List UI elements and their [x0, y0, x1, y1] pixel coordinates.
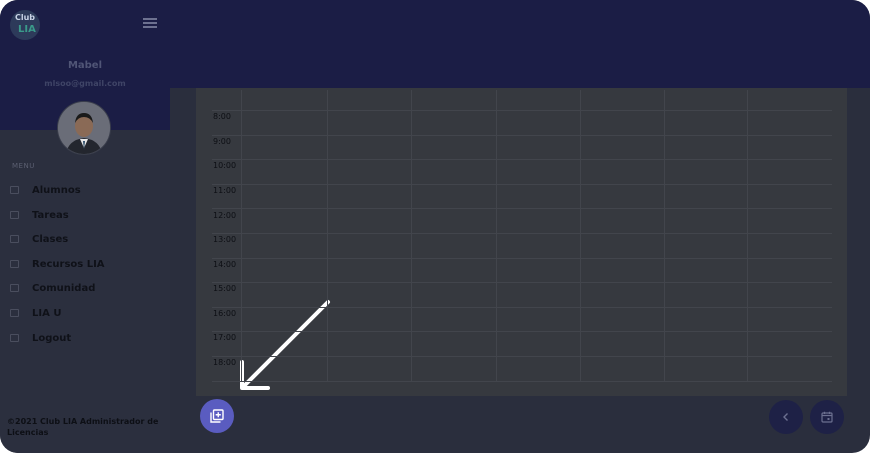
chat-icon [10, 284, 19, 292]
logo-text-bottom: LIA [18, 24, 36, 35]
avatar[interactable] [57, 101, 111, 155]
logo-text-top: Club [15, 13, 36, 22]
time-label: 10:00 [213, 161, 237, 170]
time-label: 15:00 [213, 284, 237, 293]
sidebar-item-label: Tareas [32, 209, 69, 221]
resources-icon [10, 260, 19, 268]
grid-column-line [411, 90, 412, 382]
calendar-button[interactable] [810, 400, 844, 434]
user-name: Mabel [67, 60, 103, 71]
sidebar-item-label: LIA U [32, 307, 62, 319]
chevron-left-icon [783, 413, 788, 421]
grid-row-line [212, 208, 832, 209]
sidebar-item-label: Recursos LIA [32, 258, 105, 270]
grid-row-line [212, 233, 832, 234]
time-label: 17:00 [213, 333, 237, 342]
users-icon [10, 186, 19, 194]
sidebar-item-label: Comunidad [32, 282, 96, 294]
sidebar-item-alumnos[interactable]: Alumnos [10, 180, 160, 200]
sidebar-item-label: Alumnos [32, 184, 81, 196]
logout-icon [10, 334, 19, 342]
grid-row-line [212, 110, 832, 111]
sidebar-item-tareas[interactable]: Tareas [10, 205, 160, 225]
sidebar-item-logout[interactable]: Logout [10, 328, 160, 348]
time-label: 16:00 [213, 309, 237, 318]
menu-heading: MENU [12, 162, 35, 170]
grid-row-line [212, 135, 832, 136]
club-lia-logo[interactable]: Club LIA [10, 10, 40, 40]
menu-toggle-icon[interactable] [143, 18, 157, 28]
time-label: 12:00 [213, 211, 237, 220]
user-email: mlsoo@gmail.com [44, 79, 126, 88]
grid-column-line [580, 90, 581, 382]
grid-row-line [212, 184, 832, 185]
grid-row-line [212, 381, 832, 382]
sidebar: Club LIA Mabel mlsoo@gmail.com MENU Alum… [0, 0, 170, 453]
grid-row-line [212, 282, 832, 283]
annotation-arrow-icon [240, 300, 330, 390]
grid-row-line [212, 159, 832, 160]
add-button[interactable] [200, 399, 234, 433]
grid-column-line [241, 90, 242, 382]
sidebar-item-recursos-lia[interactable]: Recursos LIA [10, 254, 160, 274]
sidebar-item-label: Clases [32, 233, 69, 245]
top-bar [170, 0, 870, 88]
clipboard-icon [10, 211, 19, 219]
time-label: 9:00 [213, 137, 231, 146]
sidebar-item-lia-u[interactable]: LIA U [10, 303, 160, 323]
grid-column-line [747, 90, 748, 382]
time-label: 8:00 [213, 112, 231, 121]
grid-row-line [212, 331, 832, 332]
sidebar-item-label: Logout [32, 332, 72, 344]
sidebar-item-comunidad[interactable]: Comunidad [10, 278, 160, 298]
time-label: 13:00 [213, 235, 237, 244]
grid-row-line [212, 307, 832, 308]
sidebar-item-clases[interactable]: Clases [10, 229, 160, 249]
time-label: 11:00 [213, 186, 237, 195]
grid-column-line [327, 90, 328, 382]
grid-row-line [212, 258, 832, 259]
app-window: Club LIA Mabel mlsoo@gmail.com MENU Alum… [0, 0, 870, 453]
school-icon [10, 309, 19, 317]
calendar-icon [821, 411, 833, 423]
grid-column-line [664, 90, 665, 382]
footer-copyright: ©2021 Club LIA Administrador de Licencia… [7, 417, 159, 437]
add-library-icon [210, 409, 224, 423]
time-label: 14:00 [213, 260, 237, 269]
grid-column-line [496, 90, 497, 382]
grid-row-line [212, 356, 832, 357]
time-label: 18:00 [213, 358, 237, 367]
previous-week-button[interactable] [769, 400, 803, 434]
classes-icon [10, 235, 19, 243]
